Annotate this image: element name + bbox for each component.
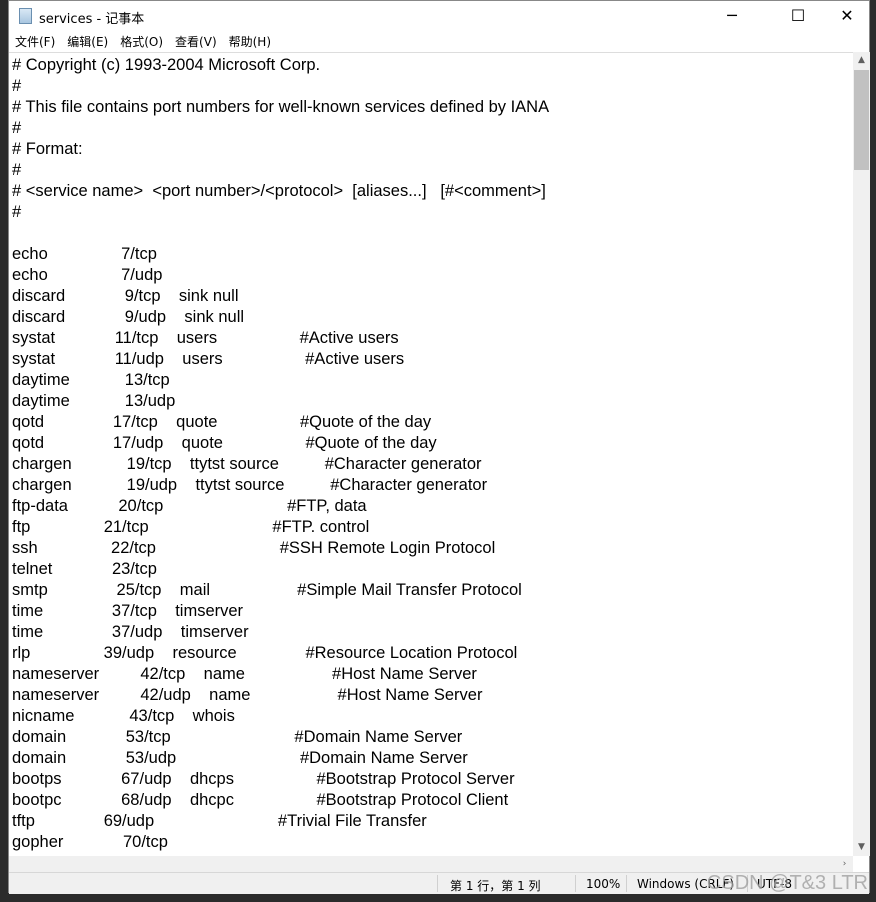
maximize-button[interactable]: ☐ <box>775 1 821 31</box>
close-button[interactable]: ✕ <box>824 1 870 31</box>
menu-view[interactable]: 查看(V) <box>175 31 224 51</box>
menu-file[interactable]: 文件(F) <box>15 31 62 51</box>
menu-edit[interactable]: 编辑(E) <box>67 31 115 51</box>
menu-help[interactable]: 帮助(H) <box>229 31 278 51</box>
menu-format[interactable]: 格式(O) <box>120 31 170 51</box>
scroll-down-icon[interactable]: ▼ <box>853 839 870 856</box>
zoom-level: 100% <box>586 877 621 891</box>
scroll-up-icon[interactable]: ▲ <box>853 52 870 69</box>
divider <box>626 875 627 892</box>
divider <box>575 875 576 892</box>
title-bar: services - 记事本 ─ ☐ ✕ <box>9 1 869 31</box>
minimize-button[interactable]: ─ <box>709 1 755 31</box>
vertical-scrollbar[interactable]: ▲ ▼ <box>853 52 870 856</box>
notepad-icon <box>19 8 32 24</box>
window-title: services - 记事本 <box>39 12 145 27</box>
notepad-window: services - 记事本 ─ ☐ ✕ 文件(F) 编辑(E) 格式(O) 查… <box>8 0 870 894</box>
menu-bar: 文件(F) 编辑(E) 格式(O) 查看(V) 帮助(H) <box>9 31 869 51</box>
horizontal-scrollbar[interactable]: › <box>9 856 853 872</box>
scroll-thumb[interactable] <box>854 70 869 170</box>
text-editor[interactable]: # Copyright (c) 1993-2004 Microsoft Corp… <box>9 52 853 857</box>
document-text[interactable]: # Copyright (c) 1993-2004 Microsoft Corp… <box>9 53 853 857</box>
watermark: CSDN @T&3 LTR <box>706 872 868 894</box>
cursor-position: 第 1 行，第 1 列 <box>450 879 541 893</box>
scroll-right-icon[interactable]: › <box>836 856 853 873</box>
divider <box>437 875 438 892</box>
